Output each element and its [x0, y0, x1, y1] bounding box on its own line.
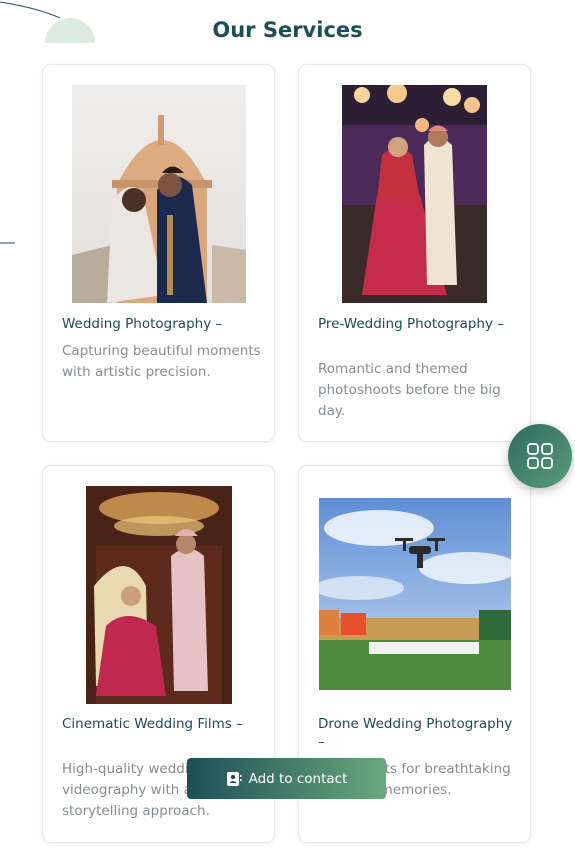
service-description: Romantic and themed photoshoots before t… — [318, 361, 501, 419]
service-card-pre-wedding[interactable]: Pre-Wedding Photography – Romantic and t… — [298, 64, 531, 442]
add-to-contact-button[interactable]: Add to contact — [187, 758, 386, 799]
contact-card-icon — [226, 771, 242, 786]
service-description: Capturing beautiful moments with artisti… — [62, 343, 261, 380]
service-heading: Cinematic Wedding Films – — [62, 716, 243, 732]
service-card-wedding-photography[interactable]: Wedding Photography – Capturing beautifu… — [42, 64, 275, 442]
section-title: Our Services — [212, 18, 363, 42]
drone-photo-image — [319, 498, 511, 690]
service-heading: Drone Wedding Photography – — [318, 716, 513, 750]
pre-wedding-photo-image — [342, 85, 487, 303]
add-to-contact-label: Add to contact — [248, 770, 348, 787]
service-heading: Wedding Photography – — [62, 316, 223, 332]
service-heading: Pre-Wedding Photography – — [318, 316, 505, 332]
wedding-photo-image — [72, 85, 246, 303]
floating-menu-button[interactable] — [508, 424, 572, 488]
grid-icon — [527, 443, 553, 469]
cinematic-photo-image — [86, 486, 232, 704]
